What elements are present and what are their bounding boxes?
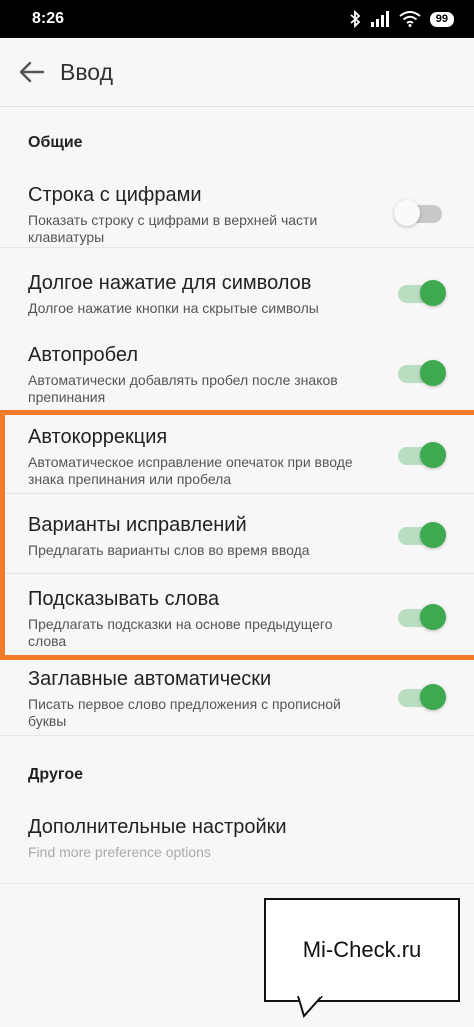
toggle-knob <box>420 684 446 710</box>
toggle-knob <box>420 442 446 468</box>
setting-title: Варианты исправлений <box>28 514 247 536</box>
setting-title: Автопробел <box>28 344 139 366</box>
setting-auto-space[interactable]: Автопробел Автоматически добавлять пробе… <box>0 330 474 410</box>
setting-subtitle: Автоматически добавлять пробел после зна… <box>28 372 338 405</box>
status-time: 8:26 <box>32 10 65 27</box>
watermark-text: Mi-Check.ru <box>302 937 422 962</box>
watermark: Mi-Check.ru <box>264 898 460 1002</box>
toggle-long-press[interactable] <box>398 280 446 306</box>
setting-subtitle: Find more preference options <box>28 844 211 860</box>
setting-title: Долгое нажатие для символов <box>28 272 312 294</box>
setting-subtitle: Предлагать варианты слов во время ввода <box>28 542 310 558</box>
toggle-knob <box>420 604 446 630</box>
page-title: Ввод <box>60 58 114 85</box>
setting-number-row[interactable]: Строка с цифрами Показать строку с цифра… <box>0 170 474 248</box>
section-header-other: Другое <box>28 766 83 783</box>
bluetooth-icon <box>349 10 361 28</box>
setting-subtitle: Показать строку с цифрами в верхней част… <box>28 212 318 245</box>
setting-title: Строка с цифрами <box>28 184 202 206</box>
setting-word-prediction[interactable]: Подсказывать слова Предлагать подсказки … <box>0 574 474 656</box>
setting-long-press[interactable]: Долгое нажатие для символов Долгое нажат… <box>0 258 474 330</box>
toggle-auto-space[interactable] <box>398 360 446 386</box>
toggle-number-row[interactable] <box>394 200 442 226</box>
toggle-knob <box>420 360 446 386</box>
setting-title: Подсказывать слова <box>28 588 220 610</box>
signal-icon <box>370 11 390 27</box>
toggle-knob <box>420 280 446 306</box>
setting-more-options[interactable]: Дополнительные настройки Find more prefe… <box>0 800 474 884</box>
toggle-autocorrect[interactable] <box>398 442 446 468</box>
toggle-knob <box>420 522 446 548</box>
section-header-general: Общие <box>28 134 83 151</box>
status-icons: 99 <box>349 10 454 28</box>
wifi-icon <box>399 11 421 27</box>
toggle-word-prediction[interactable] <box>398 604 446 630</box>
setting-title: Заглавные автоматически <box>28 668 272 690</box>
app-bar: Ввод <box>0 38 474 107</box>
setting-title: Дополнительные настройки <box>28 816 287 838</box>
setting-subtitle: Долгое нажатие кнопки на скрытые символы <box>28 300 319 316</box>
setting-title: Автокоррекция <box>28 426 168 448</box>
status-bar: 8:26 99 <box>0 0 474 38</box>
setting-subtitle: Автоматическое исправление опечаток при … <box>28 454 353 487</box>
battery-icon: 99 <box>429 11 454 27</box>
watermark-tail <box>297 996 323 1018</box>
toggle-suggestions[interactable] <box>398 522 446 548</box>
toggle-auto-caps[interactable] <box>398 684 446 710</box>
setting-auto-caps[interactable]: Заглавные автоматически Писать первое сл… <box>0 660 474 736</box>
setting-subtitle: Писать первое слово предложения с пропис… <box>28 696 341 729</box>
setting-suggestions[interactable]: Варианты исправлений Предлагать варианты… <box>0 494 474 574</box>
setting-autocorrect[interactable]: Автокоррекция Автоматическое исправление… <box>0 414 474 494</box>
toggle-knob <box>394 200 420 226</box>
setting-subtitle: Предлагать подсказки на основе предыдуще… <box>28 616 333 649</box>
arrow-left-icon[interactable] <box>18 58 46 86</box>
